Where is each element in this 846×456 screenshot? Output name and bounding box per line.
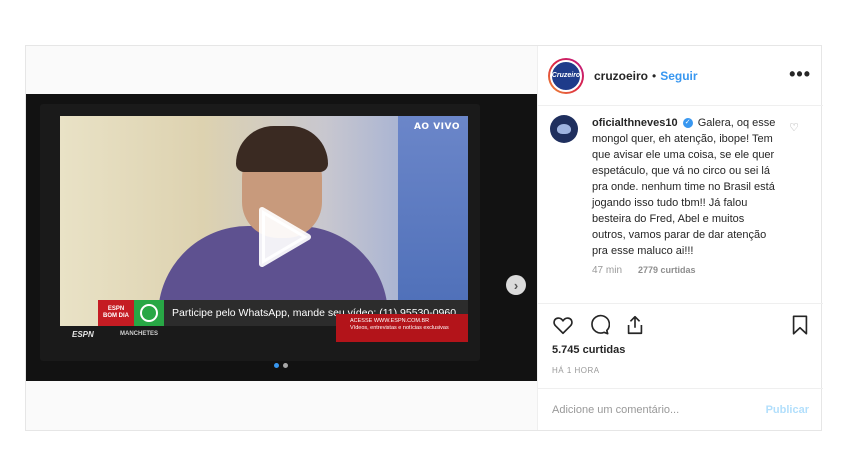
instagram-post-page: AO VIVO ESPN BOM DIA Participe pelo What… [0, 0, 846, 456]
follow-button[interactable]: Seguir [660, 69, 697, 83]
profile-avatar[interactable]: Cruzeiro [550, 59, 582, 92]
more-options-icon[interactable]: ••• [789, 64, 811, 85]
verified-badge-icon: ✓ [682, 118, 693, 129]
play-icon[interactable] [256, 206, 312, 268]
post-media: AO VIVO ESPN BOM DIA Participe pelo What… [26, 46, 537, 430]
action-icons [552, 314, 646, 336]
next-slide-button[interactable]: › [506, 275, 526, 295]
comment-input[interactable] [552, 403, 766, 416]
post-sidebar: Cruzeiro cruzoeiro • Seguir ••• oficialt… [537, 46, 823, 430]
publish-button[interactable]: Publicar [766, 404, 809, 416]
website-banner-line1: ACESSE WWW.ESPN.COM.BR [350, 318, 430, 324]
channel-logo: ESPN [60, 330, 106, 339]
website-banner-line2: Vídeos, entrevistas e notícias exclusiva… [350, 325, 449, 331]
comment-item: oficialthneves10 ✓ Galera, oq esse mongo… [550, 115, 823, 259]
carousel-indicator [274, 363, 288, 368]
post-header: Cruzeiro cruzoeiro • Seguir ••• [538, 46, 823, 106]
comment-body: oficialthneves10 ✓ Galera, oq esse mongo… [592, 115, 778, 259]
comment-like-icon[interactable]: ♡ [789, 121, 799, 134]
profile-username[interactable]: cruzoeiro [594, 69, 648, 83]
add-comment-bar: Publicar [538, 388, 823, 430]
comment-meta: 47 min 2779 curtidas [592, 265, 823, 276]
commenter-avatar[interactable] [550, 115, 578, 143]
studio-panel [398, 116, 468, 316]
post-timestamp[interactable]: HÁ 1 HORA [552, 366, 600, 375]
likes-count[interactable]: 5.745 curtidas [552, 344, 625, 356]
bookmark-icon[interactable] [789, 314, 811, 336]
heart-icon[interactable] [552, 314, 574, 336]
website-banner: ACESSE WWW.ESPN.COM.BR Vídeos, entrevist… [336, 314, 468, 342]
commenter-username[interactable]: oficialthneves10 [592, 117, 678, 129]
comment-text: Galera, oq esse mongol quer, eh atenção,… [592, 117, 776, 257]
share-icon[interactable] [624, 314, 646, 336]
whatsapp-icon [134, 300, 164, 326]
post-card: AO VIVO ESPN BOM DIA Participe pelo What… [25, 45, 823, 431]
comment-time: 47 min [592, 265, 623, 276]
channel-logo-text: ESPN [72, 329, 94, 339]
profile-avatar-ring[interactable]: Cruzeiro [548, 57, 584, 94]
post-actions: 5.745 curtidas HÁ 1 HORA Publicar [538, 303, 823, 423]
program-badge-line2: BOM DIA [103, 313, 129, 319]
live-label: AO VIVO [413, 122, 460, 132]
ticker-label: MANCHETES [120, 331, 159, 337]
comments-section: oficialthneves10 ✓ Galera, oq esse mongo… [538, 107, 823, 303]
carousel-dot [283, 363, 288, 368]
carousel-dot-active [274, 363, 279, 368]
comment-likes[interactable]: 2779 curtidas [638, 265, 696, 276]
header-separator: • [652, 68, 657, 83]
program-badge-line1: ESPN [107, 306, 125, 312]
program-badge: ESPN BOM DIA [98, 300, 134, 326]
comment-icon[interactable] [588, 314, 610, 336]
video-player[interactable]: AO VIVO ESPN BOM DIA Participe pelo What… [26, 94, 537, 381]
